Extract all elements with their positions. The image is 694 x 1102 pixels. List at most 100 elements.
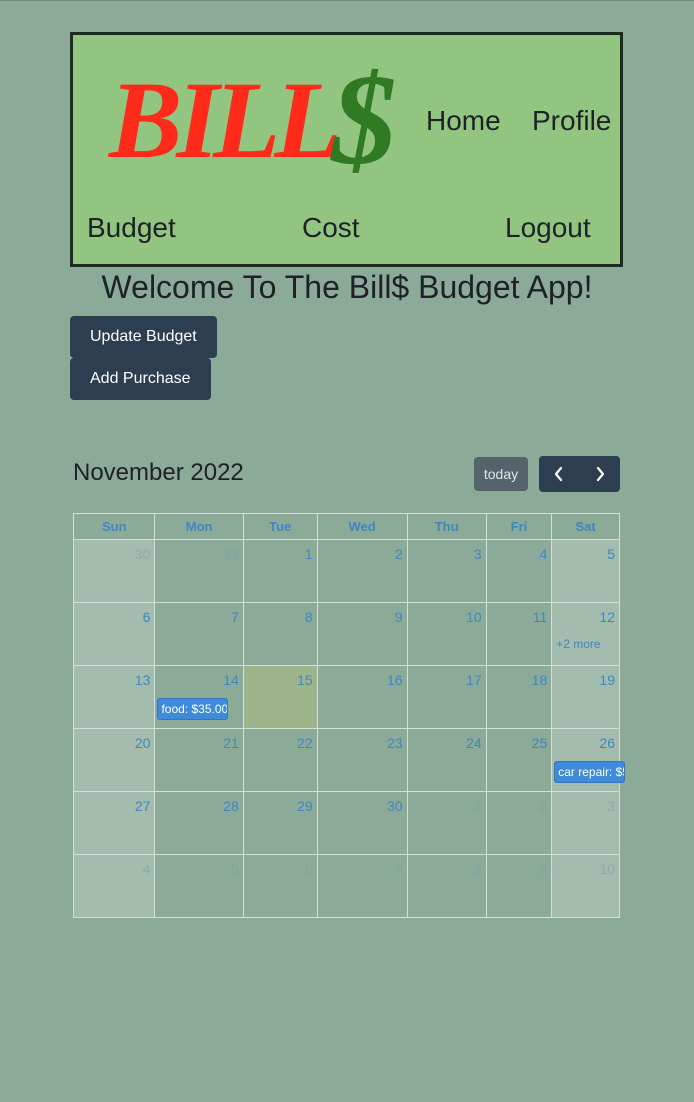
calendar-day-cell[interactable]: 23 [316,728,408,792]
day-number[interactable]: 4 [487,540,552,562]
prev-month-button[interactable] [539,456,580,492]
calendar-day-cell[interactable]: 3 [551,791,620,855]
nav-home[interactable]: Home [426,105,501,137]
nav-logout[interactable]: Logout [505,212,591,244]
day-number[interactable]: 2 [487,792,552,814]
calendar-day-cell[interactable]: 5 [551,539,620,603]
day-number[interactable]: 12 [552,603,619,625]
calendar-day-cell[interactable]: 20 [72,728,156,792]
calendar-day-cell[interactable]: 18 [485,665,553,729]
calendar-day-cell[interactable]: 2 [316,539,408,603]
calendar-day-cell[interactable]: 4 [485,539,553,603]
day-number[interactable]: 11 [487,603,552,625]
calendar-day-cell[interactable]: 27 [72,791,156,855]
calendar-event[interactable]: car repair: $5 [554,761,626,783]
today-button[interactable]: today [474,457,528,491]
day-number[interactable]: 30 [74,540,154,562]
calendar-day-cell[interactable]: 4 [72,854,156,918]
nav-budget[interactable]: Budget [87,212,176,244]
calendar-day-cell[interactable]: 7 [154,602,244,666]
day-number[interactable]: 30 [318,792,407,814]
day-number[interactable]: 24 [408,729,486,751]
day-number[interactable]: 16 [318,666,407,688]
day-number[interactable]: 27 [74,792,154,814]
day-number[interactable]: 20 [74,729,154,751]
calendar-day-cell[interactable]: 22 [242,728,318,792]
day-number[interactable]: 25 [487,729,552,751]
calendar-day-cell[interactable]: 11 [485,602,553,666]
day-number[interactable]: 9 [318,603,407,625]
day-number[interactable]: 22 [244,729,317,751]
calendar-day-cell[interactable]: 5 [154,854,244,918]
calendar-day-cell[interactable]: 25 [485,728,553,792]
day-number[interactable]: 5 [552,540,619,562]
day-number[interactable]: 8 [244,603,317,625]
day-number[interactable]: 18 [487,666,552,688]
day-number[interactable]: 26 [552,729,619,751]
calendar-event[interactable]: food: $35.00 [157,698,229,720]
day-number[interactable]: 15 [244,666,317,688]
calendar-day-cell[interactable]: 9 [316,602,408,666]
day-number[interactable]: 17 [408,666,486,688]
calendar-day-cell[interactable]: 9 [485,854,553,918]
day-number[interactable]: 23 [318,729,407,751]
calendar-nav [539,456,620,492]
more-events-link[interactable]: +2 more [556,637,600,651]
calendar-day-cell[interactable]: 1 [242,539,318,603]
calendar-day-cell[interactable]: 24 [406,728,487,792]
chevron-right-icon [596,466,604,482]
calendar-day-cell[interactable]: 1 [406,791,487,855]
day-number[interactable]: 1 [244,540,317,562]
day-number[interactable]: 8 [408,855,486,877]
calendar-day-cell[interactable]: 12 +2 more [551,602,620,666]
update-budget-button[interactable]: Update Budget [70,316,217,358]
day-number[interactable]: 6 [244,855,317,877]
calendar-day-cell[interactable]: 14 food: $35.00 [154,665,244,729]
day-number[interactable]: 29 [244,792,317,814]
calendar-day-cell[interactable]: 17 [406,665,487,729]
calendar-day-cell[interactable]: 13 [72,665,156,729]
day-number[interactable]: 1 [408,792,486,814]
day-number[interactable]: 3 [552,792,619,814]
calendar-day-cell[interactable]: 29 [242,791,318,855]
next-month-button[interactable] [580,456,621,492]
day-number[interactable]: 9 [487,855,552,877]
calendar-day-cell[interactable]: 28 [154,791,244,855]
calendar-day-cell[interactable]: 16 [316,665,408,729]
calendar-day-cell[interactable]: 3 [406,539,487,603]
calendar-day-cell[interactable]: 19 [551,665,620,729]
calendar-day-cell[interactable]: 6 [72,602,156,666]
day-number[interactable]: 7 [155,603,242,625]
nav-profile[interactable]: Profile [532,105,611,137]
calendar-day-cell[interactable]: 10 [406,602,487,666]
day-number[interactable]: 21 [155,729,242,751]
day-number[interactable]: 10 [408,603,486,625]
day-number[interactable]: 4 [74,855,154,877]
add-purchase-button[interactable]: Add Purchase [70,358,211,400]
calendar-body: 30 31 1 2 3 4 5 6 7 8 9 10 11 12 +2 more 13 14 food: $35.… [72,539,626,918]
calendar-day-cell[interactable]: 31 [154,539,244,603]
day-number[interactable]: 6 [74,603,154,625]
calendar-day-cell[interactable]: 8 [406,854,487,918]
calendar-day-cell[interactable]: 10 [551,854,620,918]
nav-cost[interactable]: Cost [302,212,360,244]
day-number[interactable]: 5 [155,855,242,877]
calendar-day-cell[interactable]: 30 [316,791,408,855]
day-number[interactable]: 3 [408,540,486,562]
day-number[interactable]: 19 [552,666,619,688]
day-number[interactable]: 28 [155,792,242,814]
calendar-day-cell[interactable]: 2 [485,791,553,855]
calendar-day-cell[interactable]: 30 [72,539,156,603]
day-number[interactable]: 2 [318,540,407,562]
calendar-day-cell[interactable]: 8 [242,602,318,666]
calendar-day-cell[interactable]: 15 [242,665,318,729]
day-number[interactable]: 7 [318,855,407,877]
day-number[interactable]: 31 [155,540,242,562]
day-number[interactable]: 10 [552,855,619,877]
calendar-day-cell[interactable]: 6 [242,854,318,918]
calendar-day-cell[interactable]: 7 [316,854,408,918]
calendar-day-cell[interactable]: 21 [154,728,244,792]
day-number[interactable]: 14 [155,666,242,688]
day-number[interactable]: 13 [74,666,154,688]
calendar-day-cell[interactable]: 26 car repair: $5 [551,728,626,792]
